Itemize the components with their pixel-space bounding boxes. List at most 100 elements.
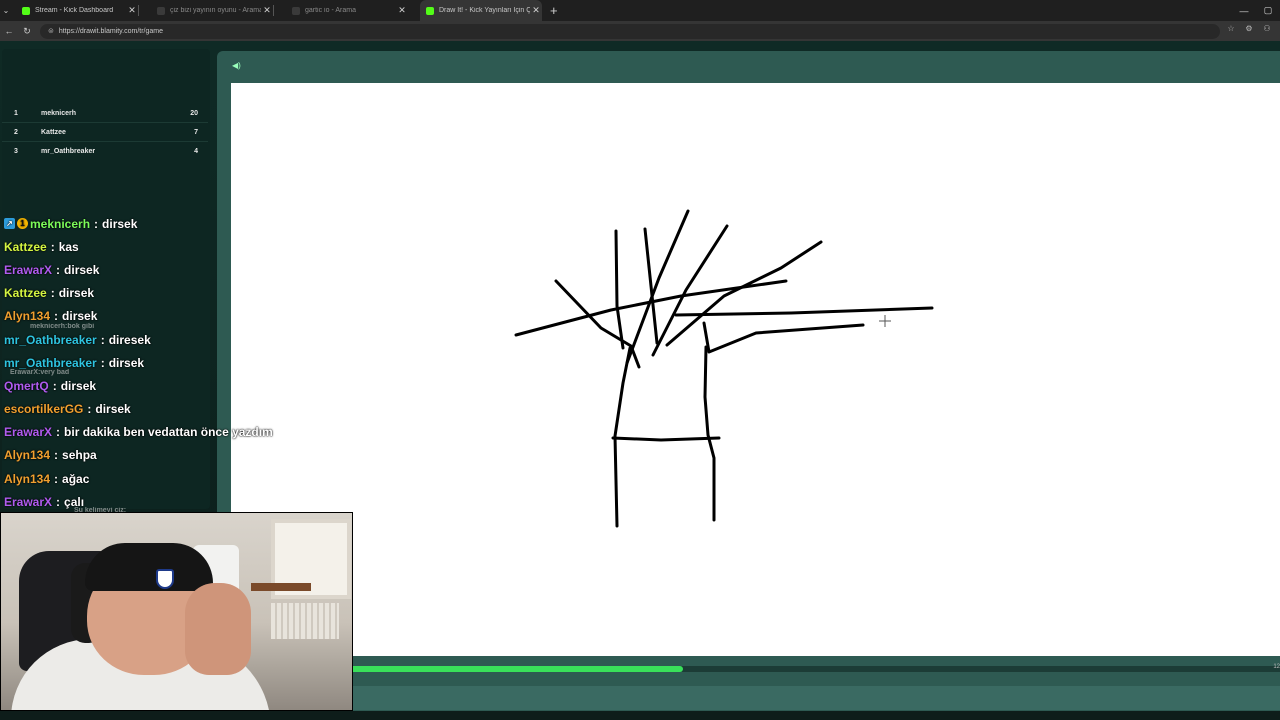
close-tab-icon[interactable]: ✕: [530, 5, 542, 16]
chat-username: Alyn134: [4, 309, 51, 324]
tab-search-2[interactable]: gartic io - Arama ✕: [286, 0, 408, 21]
tab-label: gartic io - Arama: [305, 7, 356, 14]
chat-colon: :: [54, 448, 59, 463]
sound-icon[interactable]: ◀): [232, 61, 241, 70]
round-timer-bar: [350, 666, 1280, 672]
chat-colon: :: [54, 309, 59, 324]
chat-colon: :: [56, 425, 61, 440]
site-info-icon[interactable]: ⊜: [48, 27, 54, 35]
chat-text: dirsek: [102, 216, 138, 231]
chat-message: QmertQ : dirsek: [4, 374, 304, 397]
stroke: [554, 279, 641, 369]
chat-message: Alyn134 : sehpa: [4, 444, 304, 467]
chat-colon: :: [50, 286, 55, 301]
chat-text: ağac: [62, 471, 90, 486]
chat-text: dirsek: [62, 309, 98, 324]
chat-message: mr_Oathbreaker : dirsek: [4, 351, 304, 374]
chat-colon: :: [56, 494, 61, 509]
page-bottom-strip: [0, 711, 1280, 720]
tab-search-1[interactable]: çiz bizi yayının oyunu - Arama ✕: [151, 0, 273, 21]
chat-username: Alyn134: [4, 448, 51, 463]
chat-message: mr_Oathbreaker : diresek: [4, 328, 304, 351]
webcam-table: [251, 583, 311, 591]
drawing-strokes: [514, 209, 934, 528]
chat-message: ErawarX : çalı: [4, 490, 304, 513]
streamer-hand: [185, 583, 251, 675]
browser-tab-bar: ⌄ Stream - Kick Dashboard ✕ çiz bizi yay…: [0, 0, 1280, 21]
chat-text: sehpa: [62, 448, 97, 463]
chat-text: çalı: [64, 494, 85, 509]
close-tab-icon[interactable]: ✕: [126, 5, 138, 16]
chat-colon: :: [52, 378, 57, 393]
minimize-icon[interactable]: —: [1232, 6, 1256, 16]
chat-text: diresek: [108, 332, 151, 347]
player-name: mr_Oathbreaker: [41, 148, 96, 155]
rank: 2: [14, 128, 18, 136]
chat-text: kas: [58, 239, 79, 254]
player-score: 20: [190, 109, 198, 117]
new-tab-button[interactable]: +: [542, 3, 566, 18]
drawing-canvas[interactable]: [231, 83, 1280, 656]
chat-username: ErawarX: [4, 425, 53, 440]
chat-username: mr_Oathbreaker: [4, 355, 97, 370]
tab-separator: [138, 5, 139, 16]
url-field[interactable]: ⊜ https://drawit.blamity.com/tr/game: [40, 23, 1220, 39]
back-icon[interactable]: ←: [0, 26, 18, 36]
bookmark-star-icon[interactable]: ☆: [1222, 24, 1240, 33]
stroke: [702, 321, 865, 354]
chat-username: escortilkerGG: [4, 402, 84, 417]
close-tab-icon[interactable]: ✕: [261, 5, 273, 16]
rank: 1: [14, 109, 18, 117]
webcam-radiator: [271, 603, 339, 639]
chat-message: Alyn134 : dirsek: [4, 305, 304, 328]
crosshair-cursor-icon: [879, 315, 891, 327]
chat-colon: :: [56, 262, 61, 277]
chat-message: Kattzee : dirsek: [4, 282, 304, 305]
chat-message: ErawarX : bir dakika ben vedattan önce y…: [4, 421, 304, 444]
stroke: [614, 229, 625, 350]
leaderboard-row: 2 Kattzee 7: [2, 123, 208, 142]
maximize-icon[interactable]: ▢: [1256, 5, 1280, 16]
webcam-feed: [0, 512, 353, 711]
player-score: 4: [194, 148, 198, 155]
chat-username: Kattzee: [4, 286, 47, 301]
player-score: 7: [194, 128, 198, 136]
chat-text: dirsek: [108, 355, 145, 370]
chat-text: bir dakika ben vedattan önce yazdım: [64, 425, 273, 440]
profile-icon[interactable]: ⚇: [1258, 24, 1276, 33]
screen: ⌄ Stream - Kick Dashboard ✕ çiz bizi yay…: [0, 0, 1280, 720]
chat-username: Kattzee: [4, 239, 47, 254]
round-timer-fill: [350, 666, 683, 672]
leaderboard: 1 meknicerh 20 2 Kattzee 7 3 mr_Oathbrea…: [2, 104, 208, 161]
leaderboard-row: 1 meknicerh 20: [2, 104, 208, 123]
chat-text: dirsek: [58, 286, 95, 301]
close-tab-icon[interactable]: ✕: [396, 5, 408, 16]
chat-username: Alyn134: [4, 471, 51, 486]
leaderboard-row: 3 mr_Oathbreaker 4: [2, 142, 208, 161]
chat-message: Alyn134 : ağac: [4, 467, 304, 490]
chat-username: mr_Oathbreaker: [4, 332, 97, 347]
tab-kick-dashboard[interactable]: Stream - Kick Dashboard ✕: [16, 0, 138, 21]
game-bottom-bar: [350, 686, 1280, 710]
address-bar: ← ↻ ⊜ https://drawit.blamity.com/tr/game…: [0, 21, 1280, 41]
chat-colon: :: [94, 216, 99, 231]
tab-label: Stream - Kick Dashboard: [35, 7, 114, 14]
chat-message: Kattzee : kas: [4, 235, 304, 258]
draw-it-favicon-icon: [426, 6, 434, 15]
cap-logo-icon: [156, 569, 174, 589]
url-text: https://drawit.blamity.com/tr/game: [58, 27, 163, 35]
subscriber-badge-icon: 1: [17, 218, 28, 230]
address-bar-actions: ☆ ⚙ ⚇: [1222, 24, 1276, 33]
extension-icon[interactable]: ⚙: [1240, 24, 1258, 33]
tab-separator: [273, 5, 274, 16]
rank: 3: [14, 148, 18, 155]
chat-colon: :: [87, 402, 92, 417]
chat-message: ↗ 1 meknicerh : dirsek: [4, 212, 304, 235]
tab-draw-it[interactable]: Draw It! - Kick Yayınları İçin Çizim ✕: [420, 0, 542, 21]
tab-list-icon[interactable]: ⌄: [0, 6, 12, 15]
chat-colon: :: [50, 239, 55, 254]
stream-chat-overlay: ↗ 1 meknicerh : dirsek Kattzee : kas Era…: [4, 212, 304, 513]
player-name: meknicerh: [41, 109, 77, 117]
reload-icon[interactable]: ↻: [18, 26, 36, 37]
search-favicon-icon: [292, 6, 300, 15]
